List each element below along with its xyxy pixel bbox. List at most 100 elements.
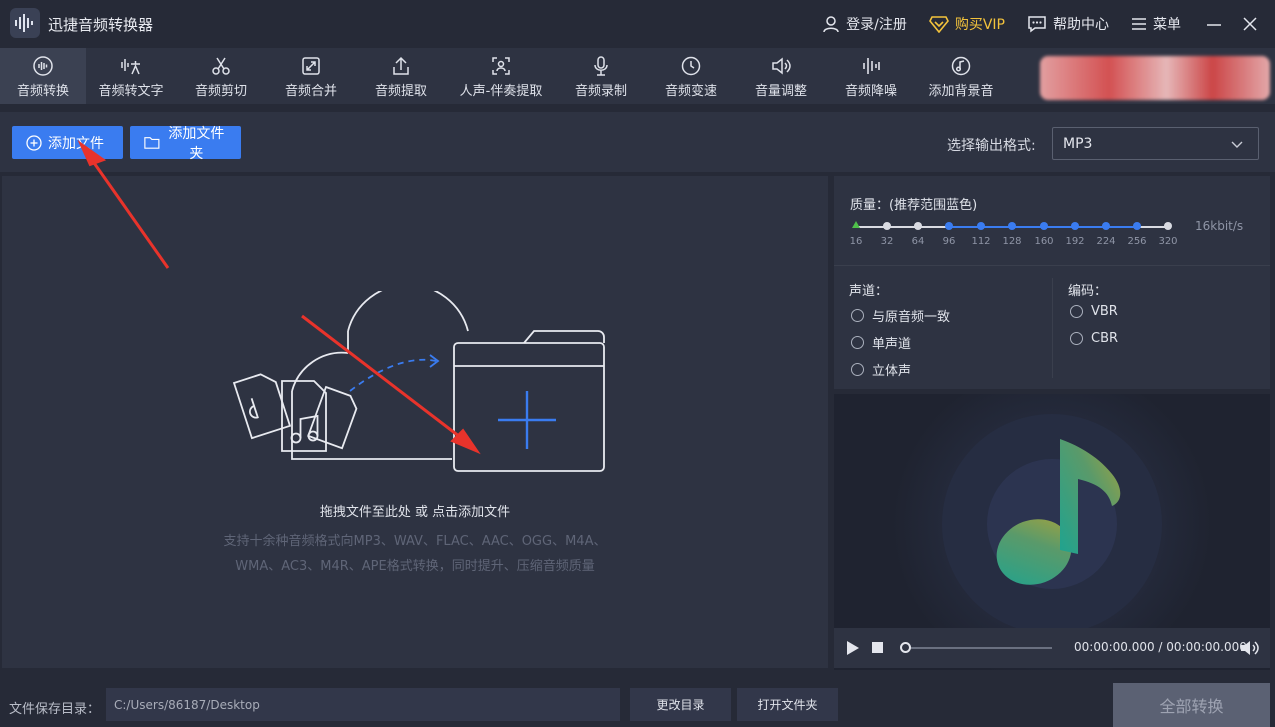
output-format-select[interactable]: MP3 [1052,127,1259,160]
denoise-icon [863,58,880,74]
app-title: 迅捷音频转换器 [48,16,154,34]
tab-label: 音频转文字 [98,84,164,99]
channel-option-mono[interactable]: 单声道 [851,333,911,352]
plus-circle-icon [26,134,42,151]
stop-button[interactable] [872,642,883,653]
login-label: 登录/注册 [846,17,907,33]
save-dir-label: 文件保存目录： [9,702,101,717]
quality-stop[interactable] [1071,222,1079,230]
login-button[interactable]: 登录/注册 [822,14,907,34]
quality-stop[interactable] [1164,222,1172,230]
quality-label: 质量：(推荐范围蓝色) [850,198,978,213]
chevron-down-icon [1231,141,1243,148]
radio-label: CBR [1091,331,1119,346]
play-icon[interactable] [846,640,860,656]
quality-stop[interactable] [945,222,953,230]
vip-label: 购买VIP [954,17,1005,33]
tab-vocal-extract[interactable]: 人声-伴奏提取 [450,48,552,104]
feature-toolbar: 音频转换 音频转文字 音频剪切 音频合并 音频提取 人声-伴奏提取 音频录制 音… [0,48,1275,104]
tab-audio-record[interactable]: 音频录制 [560,48,642,104]
close-button[interactable] [1239,13,1261,35]
merge-icon [302,57,320,75]
action-bar: 添加文件 添加文件夹 选择输出格式: MP3 [0,112,1275,172]
radio-icon [1070,332,1083,345]
time-display: 00:00:00.000 / 00:00:00.000 [1074,640,1247,654]
file-drop-area[interactable]: 拖拽文件至此处 或 点击添加文件 支持十余种音频格式向MP3、WAV、FLAC、… [2,176,828,668]
channel-option-stereo[interactable]: 立体声 [851,360,911,379]
microphone-icon [594,56,608,76]
radio-label: 与原音频一致 [872,310,951,325]
tab-audio-denoise[interactable]: 音频降噪 [830,48,912,104]
quality-stop[interactable] [883,222,891,230]
quality-stop[interactable] [1133,222,1141,230]
close-icon [1243,17,1257,31]
tab-label: 音频降噪 [844,84,897,99]
tab-label: 音频剪切 [194,84,247,99]
encoding-title: 编码： [1068,284,1108,299]
settings-panel: 质量：(推荐范围蓝色) 16 32 64 96 112 128 160 192 … [834,176,1270,389]
buy-vip-button[interactable]: 购买VIP [928,14,1005,34]
drop-hint-sub: 支持十余种音频格式向MP3、WAV、FLAC、AAC、OGG、M4A、 WMA、… [2,529,828,579]
blurred-banner [1040,56,1270,100]
scan-icon [492,57,510,75]
open-folder-button[interactable]: 打开文件夹 [737,688,838,721]
channel-option-original[interactable]: 与原音频一致 [851,306,950,325]
add-folder-button[interactable]: 添加文件夹 [130,125,241,161]
quality-slider-handle[interactable] [852,221,860,228]
add-file-button[interactable]: 添加文件 [12,126,123,159]
user-icon [823,16,839,33]
menu-button[interactable]: 菜单 [1131,14,1181,34]
drop-hint-main: 拖拽文件至此处 或 点击添加文件 [319,505,511,520]
drop-illustration-icon [232,291,605,472]
radio-icon [851,363,864,376]
volume-icon[interactable] [1240,639,1260,657]
tab-audio-cut[interactable]: 音频剪切 [180,48,262,104]
radio-label: VBR [1091,304,1118,319]
tab-label: 音频变速 [664,84,717,99]
tab-audio-merge[interactable]: 音频合并 [270,48,352,104]
app-logo-icon [10,8,40,38]
tab-audio-speed[interactable]: 音频变速 [650,48,732,104]
minimize-button[interactable] [1203,13,1225,35]
radio-icon [851,309,864,322]
encoding-option-cbr[interactable]: CBR [1070,331,1118,346]
encoding-option-vbr[interactable]: VBR [1070,304,1118,319]
quality-stop[interactable] [1040,222,1048,230]
vip-diamond-icon [928,16,949,33]
menu-label: 菜单 [1153,17,1181,33]
channel-title: 声道： [849,284,889,299]
seek-bar[interactable] [904,647,1052,649]
bottom-bar: 文件保存目录： 更改目录 打开文件夹 全部转换 [0,680,1275,727]
tab-audio-extract[interactable]: 音频提取 [360,48,442,104]
folder-icon [144,137,160,149]
scissors-icon [212,57,230,75]
change-directory-button[interactable]: 更改目录 [630,688,731,721]
speed-icon [681,56,701,76]
quality-stop[interactable] [914,222,922,230]
tab-audio-convert[interactable]: 音频转换 [0,48,86,104]
radio-label: 立体声 [872,364,912,379]
divider [834,265,1270,266]
quality-stop[interactable] [1102,222,1110,230]
tab-volume-adjust[interactable]: 音量调整 [740,48,822,104]
tab-label: 音频转换 [16,84,69,99]
hamburger-icon [1132,18,1146,30]
quality-stop[interactable] [977,222,985,230]
chat-bubble-icon [1028,16,1046,33]
tab-add-background-music[interactable]: 添加背景音 [920,48,1002,104]
title-bar: 迅捷音频转换器 登录/注册 购买VIP 帮助中心 菜单 [0,0,1275,48]
divider [1052,278,1053,378]
convert-all-button[interactable]: 全部转换 [1113,683,1270,727]
output-format-label: 选择输出格式: [947,138,1036,154]
save-path-field[interactable] [106,688,620,721]
tab-label: 添加背景音 [928,84,994,99]
tab-label: 音频提取 [374,84,427,99]
volume-icon [772,57,791,75]
tab-audio-to-text[interactable]: 音频转文字 [88,48,174,104]
quality-stop[interactable] [1008,222,1016,230]
help-label: 帮助中心 [1053,17,1109,33]
seek-handle[interactable] [900,642,911,653]
tab-label: 人声-伴奏提取 [459,84,543,99]
help-center-button[interactable]: 帮助中心 [1027,14,1109,34]
tab-label: 音频录制 [574,84,627,99]
